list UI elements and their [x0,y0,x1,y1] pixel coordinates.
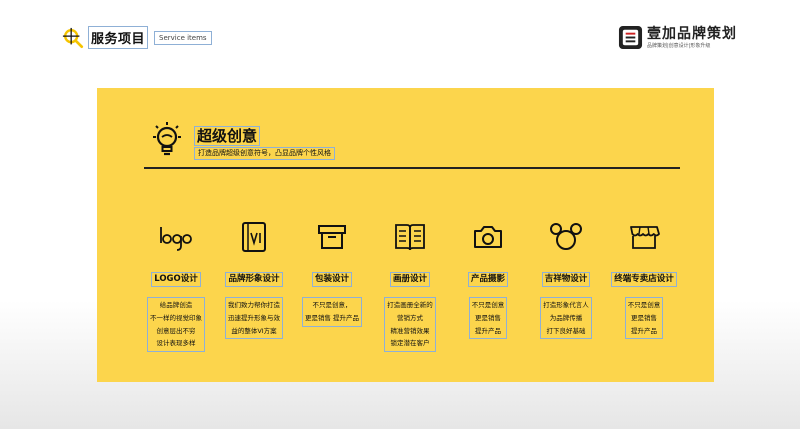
card-description-line: 设计表现多样 [156,339,196,348]
card-description-line: 提升产品 [631,326,657,335]
card-description: 打造形象代言人 为品牌传播 打下良好基础 [540,297,592,340]
card-description-line: 锁定潜在客户 [390,339,430,348]
service-card-brochure[interactable]: 画册设计 打造画册全新的 营销方式 精准营销效果 锁定潜在客户 [367,220,453,353]
card-description-line: 不只是创意， [312,301,352,309]
card-title: 画册设计 [389,272,430,287]
panel-subtitle: 打造品牌超级创意符号，凸显品牌个性风格 [194,147,335,160]
card-description: 我们致力帮你打造 迅速提升形象与效 益的整体VI方案 [225,297,283,340]
card-description: 给品牌创造 不一样的视觉印象 创意层出不穷 设计表现多样 [147,297,205,353]
card-description-line: 打造形象代言人 [543,301,589,309]
card-description-line: 更是销售 [631,313,657,322]
box-icon [318,225,346,249]
card-description-line: 迅速提升形象与效 [228,313,280,322]
service-card-vi[interactable]: 品牌形象设计 我们致力帮你打造 迅速提升形象与效 益的整体VI方案 [211,220,297,340]
service-card-photography[interactable]: 产品摄影 不只是创意 更是销售 提升产品 [445,220,531,340]
brand-tagline: 品牌策划|创意设计|形象升级 [647,42,711,49]
card-description-line: 打下良好基础 [546,326,586,335]
card-description-line: 为品牌传播 [549,313,583,322]
card-title: LOGO设计 [151,272,201,287]
section-header: 服务项目 Service items [62,26,212,49]
section-subtitle: Service items [154,30,212,45]
card-description: 不只是创意， 更是销售 提升产品 [301,297,363,327]
card-description: 打造画册全新的 营销方式 精准营销效果 锁定潜在客户 [384,297,436,353]
service-card-store[interactable]: 终端专卖店设计 不只是创意 更是销售 提升产品 [601,220,687,340]
card-title: 吉祥物设计 [541,272,591,287]
divider [144,167,680,169]
card-title: 包装设计 [311,272,352,287]
card-description: 不只是创意 更是销售 提升产品 [624,297,664,340]
card-description-line: 不一样的视觉印象 [150,313,202,322]
vi-card-icon [242,222,266,252]
panel-title: 超级创意 [194,126,261,146]
card-description-line: 不只是创意 [471,301,505,309]
card-description-line: 我们致力帮你打造 [228,301,280,309]
lightbulb-icon [153,122,181,156]
card-description-line: 创意层出不穷 [156,326,196,335]
service-card-logo[interactable]: LOGO设计 给品牌创造 不一样的视觉印象 创意层出不穷 设计表现多样 [133,220,219,353]
brand-block: 壹加品牌策划 品牌策划|创意设计|形象升级 [618,25,737,50]
card-description: 不只是创意 更是销售 提升产品 [468,297,508,340]
card-title: 品牌形象设计 [225,272,283,287]
card-description-line: 更是销售 [475,313,501,322]
camera-icon [474,226,502,248]
brand-name: 壹加品牌策划 [647,25,737,42]
book-icon [395,224,425,251]
mouse-ears-icon [550,223,582,250]
section-title: 服务项目 [88,26,149,49]
card-title: 产品摄影 [467,272,508,287]
logo-word-icon [160,227,192,251]
card-description-line: 精准营销效果 [390,326,430,335]
card-description-line: 给品牌创造 [159,301,193,309]
magnifier-icon [62,27,84,48]
card-description-line: 提升产品 [475,326,501,335]
card-description-line: 不只是创意 [627,301,661,309]
card-description-line: 营销方式 [397,313,423,322]
services-panel: 超级创意 打造品牌超级创意符号，凸显品牌个性风格 LOGO设计 给品牌创造 不一… [97,88,714,382]
card-description-line: 打造画册全新的 [387,301,433,309]
service-card-packaging[interactable]: 包装设计 不只是创意， 更是销售 提升产品 [289,220,375,327]
card-title: 终端专卖店设计 [611,272,677,287]
card-description-line: 益的整体VI方案 [231,326,277,335]
card-description-line: 更是销售 提升产品 [304,313,360,322]
storefront-icon [630,226,660,249]
service-card-mascot[interactable]: 吉祥物设计 打造形象代言人 为品牌传播 打下良好基础 [523,220,609,340]
brand-logo-icon [618,25,643,50]
